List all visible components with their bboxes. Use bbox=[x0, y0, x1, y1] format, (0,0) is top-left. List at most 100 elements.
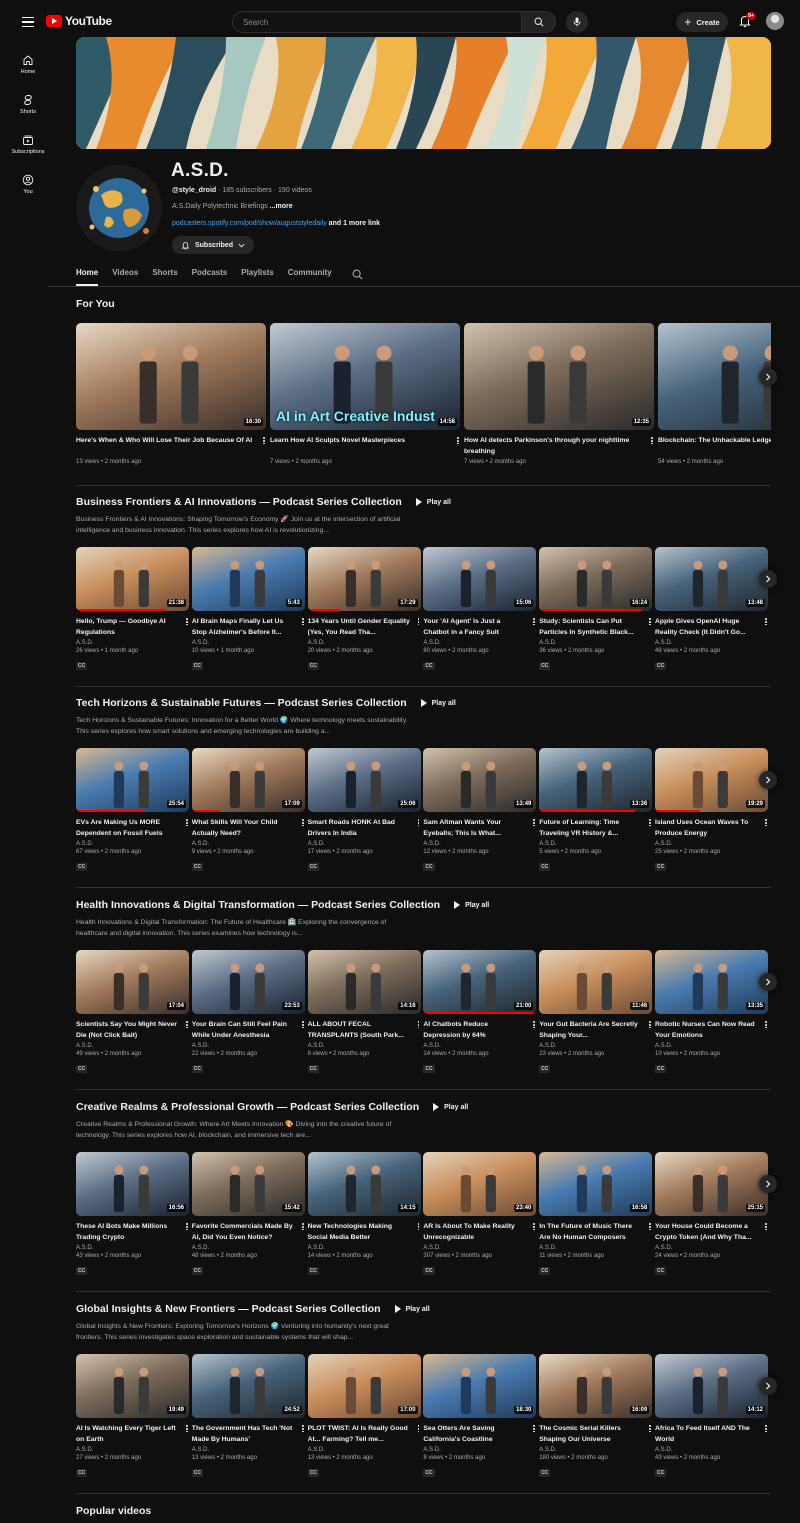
video-title[interactable]: Sea Otters Are Saving California's Coast… bbox=[423, 1424, 536, 1445]
video-channel-name[interactable]: A.S.D. bbox=[655, 1447, 768, 1453]
voice-search-button[interactable] bbox=[566, 11, 588, 33]
video-thumbnail[interactable]: 25:54 bbox=[76, 748, 189, 812]
video-channel-name[interactable]: A.S.D. bbox=[76, 1447, 189, 1453]
video-channel-name[interactable]: A.S.D. bbox=[423, 640, 536, 646]
video-channel-name[interactable]: A.S.D. bbox=[423, 841, 536, 847]
more-options-icon[interactable] bbox=[417, 1424, 421, 1433]
menu-icon[interactable] bbox=[18, 12, 38, 32]
video-channel-name[interactable]: A.S.D. bbox=[308, 1245, 421, 1251]
more-options-icon[interactable] bbox=[648, 617, 652, 626]
more-options-icon[interactable] bbox=[648, 818, 652, 827]
video-card[interactable]: 18:30 Sea Otters Are Saving California's … bbox=[423, 1354, 537, 1479]
video-channel-name[interactable]: A.S.D. bbox=[192, 841, 305, 847]
video-thumbnail[interactable]: 25:15 bbox=[655, 1152, 768, 1216]
video-channel-name[interactable]: A.S.D. bbox=[655, 1245, 768, 1251]
video-channel-name[interactable]: A.S.D. bbox=[308, 640, 421, 646]
video-thumbnail[interactable]: 13:35 bbox=[655, 950, 768, 1014]
video-thumbnail[interactable]: 13:49 bbox=[423, 748, 537, 812]
video-channel-name[interactable]: A.S.D. bbox=[192, 640, 305, 646]
youtube-logo[interactable]: YouTube bbox=[46, 14, 112, 28]
more-options-icon[interactable] bbox=[764, 818, 768, 827]
more-links[interactable]: and 1 more link bbox=[327, 220, 380, 227]
video-title[interactable]: Your Gut Bacteria Are Secretly Shaping Y… bbox=[539, 1020, 652, 1041]
video-card[interactable]: 17:29 134 Years Until Gender Equality (Ye… bbox=[307, 547, 421, 672]
more-options-icon[interactable] bbox=[301, 617, 305, 626]
video-channel-name[interactable]: A.S.D. bbox=[192, 1043, 305, 1049]
more-options-icon[interactable] bbox=[764, 1020, 768, 1029]
more-options-icon[interactable] bbox=[532, 1424, 536, 1433]
tab-podcasts[interactable]: Podcasts bbox=[192, 266, 228, 286]
video-title[interactable]: Your 'AI Agent' Is Just a Chatbot in a F… bbox=[423, 617, 536, 638]
video-title[interactable]: Hello, Trump — Goodbye AI Regulations bbox=[76, 617, 189, 638]
for-you-next-button[interactable] bbox=[759, 368, 777, 386]
video-title[interactable]: Future of Learning: Time Traveling VR Hi… bbox=[539, 818, 652, 839]
more-options-icon[interactable] bbox=[185, 1020, 189, 1029]
video-card[interactable]: AI in Art Creative Indust 14:58 Learn How … bbox=[270, 323, 460, 465]
video-thumbnail[interactable]: 23:40 bbox=[423, 1152, 537, 1216]
play-all-button[interactable]: Play all bbox=[394, 1305, 430, 1313]
playlist-title[interactable]: Tech Horizons & Sustainable Futures — Po… bbox=[76, 697, 407, 709]
video-thumbnail[interactable] bbox=[658, 323, 771, 430]
video-card[interactable]: 24:52 The Government Has Tech 'Not Made B… bbox=[191, 1354, 305, 1479]
more-options-icon[interactable] bbox=[185, 1222, 189, 1231]
video-title[interactable]: PLOT TWIST: AI Is Really Good At... Farm… bbox=[308, 1424, 421, 1445]
video-thumbnail[interactable]: 19:49 bbox=[76, 1354, 189, 1418]
more-options-icon[interactable] bbox=[417, 1020, 421, 1029]
video-thumbnail[interactable]: 15:42 bbox=[191, 1152, 305, 1216]
video-thumbnail[interactable]: 13:36 bbox=[539, 748, 653, 812]
video-channel-name[interactable]: A.S.D. bbox=[655, 640, 768, 646]
video-title[interactable]: Africa To Feed Itself AND The World bbox=[655, 1424, 768, 1445]
video-channel-name[interactable]: A.S.D. bbox=[308, 1447, 421, 1453]
video-card[interactable]: 23:53 Your Brain Can Still Feel Pain Whil… bbox=[191, 950, 305, 1075]
video-title[interactable]: The Government Has Tech 'Not Made By Hum… bbox=[192, 1424, 305, 1445]
video-title[interactable]: What Skills Will Your Child Actually Nee… bbox=[192, 818, 305, 839]
more-options-icon[interactable] bbox=[185, 818, 189, 827]
video-card[interactable]: 14:16 ALL ABOUT FECAL TRANSPLANTS (South … bbox=[307, 950, 421, 1075]
playlist-next-button[interactable] bbox=[759, 973, 777, 991]
video-thumbnail[interactable]: 21:38 bbox=[76, 547, 189, 611]
video-title[interactable]: Your House Could Become a Crypto Token (… bbox=[655, 1222, 768, 1243]
video-thumbnail[interactable]: 16:09 bbox=[539, 1354, 653, 1418]
more-options-icon[interactable] bbox=[185, 1424, 189, 1433]
video-card[interactable]: 19:29 Island Uses Ocean Waves To Produce … bbox=[655, 748, 768, 873]
video-thumbnail[interactable]: 21:00 bbox=[423, 950, 537, 1014]
video-thumbnail[interactable]: 23:53 bbox=[191, 950, 305, 1014]
tab-home[interactable]: Home bbox=[76, 266, 99, 286]
video-thumbnail[interactable]: 19:29 bbox=[655, 748, 768, 812]
video-thumbnail[interactable]: 17:09 bbox=[191, 748, 305, 812]
video-channel-name[interactable]: A.S.D. bbox=[423, 1447, 536, 1453]
play-all-button[interactable]: Play all bbox=[454, 901, 489, 909]
video-channel-name[interactable]: A.S.D. bbox=[539, 1447, 652, 1453]
video-card[interactable]: 17:09 What Skills Will Your Child Actuall… bbox=[191, 748, 305, 873]
playlist-next-button[interactable] bbox=[759, 570, 777, 588]
video-card[interactable]: 17:04 Scientists Say You Might Never Die … bbox=[76, 950, 189, 1075]
video-card[interactable]: 19:49 AI Is Watching Every Tiger Left on … bbox=[76, 1354, 189, 1479]
more-options-icon[interactable] bbox=[301, 1222, 305, 1231]
video-title[interactable]: Island Uses Ocean Waves To Produce Energ… bbox=[655, 818, 768, 839]
video-thumbnail[interactable]: 17:00 bbox=[307, 1354, 421, 1418]
video-thumbnail[interactable]: 17:29 bbox=[307, 547, 421, 611]
video-thumbnail[interactable]: 17:04 bbox=[76, 950, 189, 1014]
playlist-next-button[interactable] bbox=[759, 1377, 777, 1395]
video-card[interactable]: 16:58 In The Future of Music There Are No… bbox=[539, 1152, 653, 1277]
video-card[interactable]: 21:38 Hello, Trump — Goodbye AI Regulatio… bbox=[76, 547, 189, 672]
video-title[interactable]: The Cosmic Serial Killers Shaping Our Un… bbox=[539, 1424, 652, 1445]
video-card[interactable]: 14:12 Africa To Feed Itself AND The World… bbox=[655, 1354, 768, 1479]
video-thumbnail[interactable]: 16:58 bbox=[539, 1152, 653, 1216]
subscribed-button[interactable]: Subscribed bbox=[172, 236, 254, 254]
video-channel-name[interactable]: A.S.D. bbox=[539, 841, 652, 847]
more-options-icon[interactable] bbox=[532, 617, 536, 626]
more-options-icon[interactable] bbox=[417, 818, 421, 827]
video-title[interactable]: ALL ABOUT FECAL TRANSPLANTS (South Park.… bbox=[308, 1020, 421, 1041]
video-card[interactable]: 23:40 AR Is About To Make Reality Unrecog… bbox=[423, 1152, 537, 1277]
tab-community[interactable]: Community bbox=[288, 266, 332, 286]
video-thumbnail[interactable]: AI in Art Creative Indust 14:58 bbox=[270, 323, 460, 430]
playlist-title[interactable]: Creative Realms & Professional Growth — … bbox=[76, 1101, 419, 1113]
video-card[interactable]: 25:15 Your House Could Become a Crypto To… bbox=[655, 1152, 768, 1277]
video-title[interactable]: AI Is Watching Every Tiger Left on Earth bbox=[76, 1424, 189, 1445]
more-options-icon[interactable] bbox=[648, 1222, 652, 1231]
video-title[interactable]: Scientists Say You Might Never Die (Not … bbox=[76, 1020, 189, 1041]
video-title[interactable]: Smart Roads HONK At Bad Drivers In India bbox=[308, 818, 421, 839]
more-options-icon[interactable] bbox=[301, 1424, 305, 1433]
playlist-next-button[interactable] bbox=[759, 1175, 777, 1193]
